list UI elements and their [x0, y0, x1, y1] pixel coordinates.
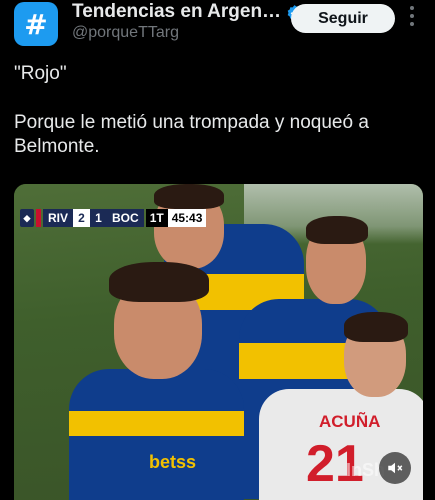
tweet-video[interactable]: betss ACUÑA 21 ◆ RIV 2 1 BOC 1T 45:43 In…	[14, 184, 423, 500]
tweet-text-line: "Rojo"	[14, 63, 67, 84]
away-team: BOC	[107, 209, 144, 227]
display-name[interactable]: Tendencias en Argen…	[72, 1, 281, 23]
volume-mute-icon	[388, 462, 403, 474]
account-handle[interactable]: @porqueTTarg	[72, 24, 179, 42]
league-logo-icon: ◆	[20, 209, 34, 227]
flag-icon	[36, 209, 41, 227]
match-half: 1T	[145, 209, 168, 227]
name-row: Tendencias en Argen…	[72, 1, 303, 23]
home-team: RIV	[43, 209, 74, 227]
scorebug: ◆ RIV 2 1 BOC 1T 45:43	[20, 208, 207, 228]
mute-button[interactable]	[379, 452, 411, 484]
away-score: 1	[90, 209, 108, 227]
jersey-sponsor: betss	[149, 452, 197, 472]
follow-button[interactable]: Seguir	[291, 4, 395, 33]
jersey-name: ACUÑA	[319, 412, 381, 431]
home-score: 2	[73, 209, 91, 227]
more-options-icon[interactable]	[409, 6, 415, 26]
match-clock: 45:43	[167, 209, 207, 227]
tweet-header: # Tendencias en Argen… @porqueTTarg Segu…	[0, 0, 435, 52]
tweet-text: "Rojo" Porque le metió una trompada y no…	[14, 62, 419, 159]
tweet-text-line: Porque le metió una trompada y noqueó a …	[14, 112, 369, 157]
account-avatar[interactable]: #	[14, 2, 58, 46]
hashtag-icon: #	[24, 7, 48, 41]
